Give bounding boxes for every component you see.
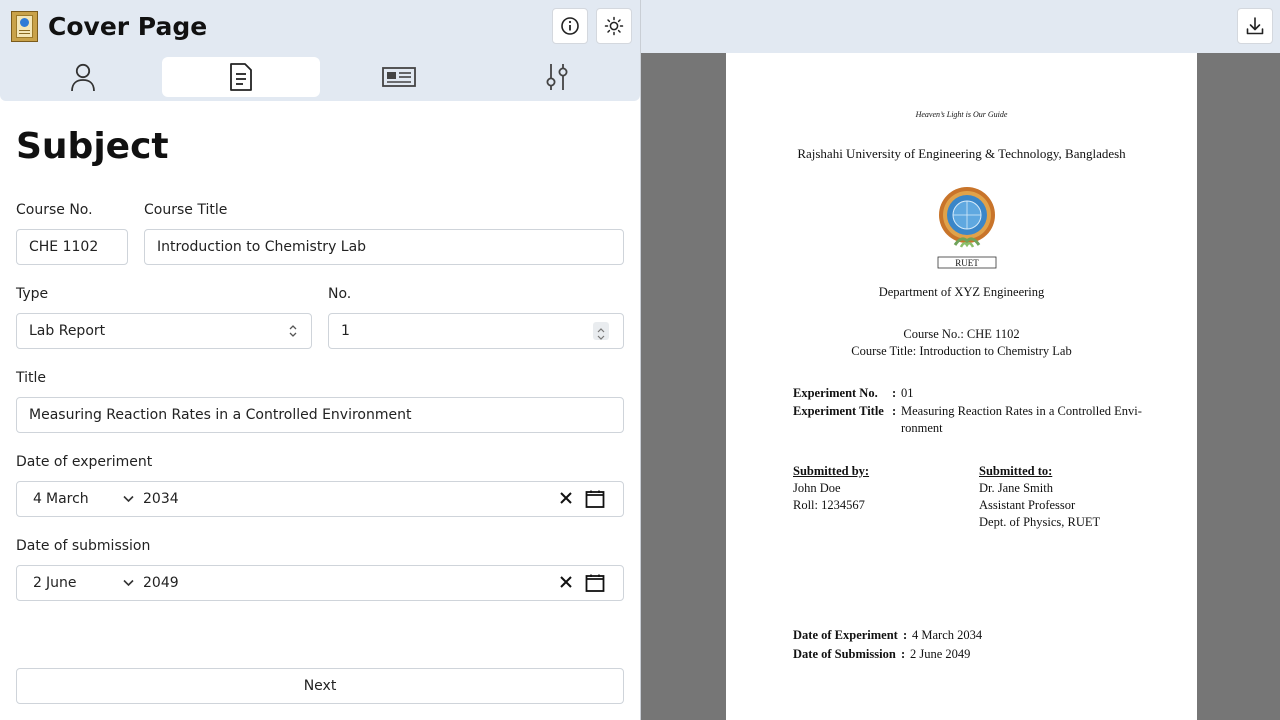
preview-experiment-title-line-2: ronment	[901, 421, 943, 435]
clear-date-icon[interactable]	[559, 575, 573, 589]
preview-submitted-to-dept: Dept. of Physics, RUET	[979, 515, 1101, 529]
course-title-label: Course Title	[144, 202, 228, 218]
course-no-label: Course No.	[16, 202, 93, 218]
type-select[interactable]: Lab Report	[16, 313, 312, 349]
type-label: Type	[16, 286, 49, 302]
title-input[interactable]	[16, 397, 624, 433]
calendar-icon[interactable]	[585, 490, 605, 508]
tab-person[interactable]	[4, 57, 162, 97]
preview-university: Rajshahi University of Engineering & Tec…	[797, 146, 1126, 161]
date-experiment-label: Date of experiment	[16, 454, 153, 470]
preview-colon: :	[901, 647, 906, 661]
date-submission-day[interactable]: 2	[33, 566, 42, 600]
card-icon	[382, 67, 416, 87]
download-icon	[1246, 17, 1264, 35]
download-button[interactable]	[1237, 8, 1273, 44]
info-icon	[561, 17, 579, 35]
cover-page-preview: Heaven’s Light is Our Guide Rajshahi Uni…	[726, 53, 1197, 720]
no-label: No.	[328, 286, 352, 302]
clear-date-icon[interactable]	[559, 491, 573, 505]
sun-icon	[604, 16, 624, 36]
date-submission-picker[interactable]: 2 June 2049	[16, 565, 624, 601]
preview-submitted-to-title: Assistant Professor	[979, 498, 1076, 512]
preview-motto: Heaven’s Light is Our Guide	[915, 110, 1008, 119]
preview-header	[641, 0, 1280, 53]
preview-colon: :	[903, 628, 908, 642]
no-number-value: 1	[341, 323, 350, 339]
course-no-input[interactable]	[16, 229, 128, 265]
tab-card[interactable]	[320, 57, 478, 97]
preview-course-no: Course No.: CHE 1102	[903, 327, 1020, 341]
preview-experiment-no-value: 01	[901, 386, 914, 400]
document-icon	[230, 63, 252, 91]
preview-experiment-title-label: Experiment Title	[793, 404, 884, 418]
title-label: Title	[16, 370, 47, 386]
preview-date-experiment-value: 4 March 2034	[912, 628, 983, 642]
university-seal-icon: RUET	[937, 187, 997, 269]
calendar-icon[interactable]	[585, 574, 605, 592]
date-experiment-year[interactable]: 2034	[143, 482, 179, 516]
number-spinner[interactable]	[593, 322, 609, 340]
app-title: Cover Page	[48, 12, 208, 41]
preview-date-submission-value: 2 June 2049	[910, 647, 971, 661]
preview-colon: :	[892, 386, 897, 400]
course-title-input[interactable]	[144, 229, 624, 265]
preview-submitted-to-label: Submitted to:	[979, 464, 1053, 478]
no-number-input[interactable]: 1	[328, 313, 624, 349]
preview-experiment-no-label: Experiment No.	[793, 386, 878, 400]
preview-submitted-by-label: Submitted by:	[793, 464, 870, 478]
date-experiment-day[interactable]: 4	[33, 482, 42, 516]
seal-text: RUET	[955, 258, 979, 268]
date-experiment-picker[interactable]: 4 March 2034	[16, 481, 624, 517]
app-header: Cover Page	[0, 0, 640, 53]
next-button[interactable]: Next	[16, 668, 624, 704]
date-experiment-month[interactable]: March	[46, 482, 89, 516]
date-submission-month[interactable]: June	[46, 566, 77, 600]
preview-date-submission-label: Date of Submission	[793, 647, 896, 661]
person-icon	[71, 63, 95, 92]
preview-course-title: Course Title: Introduction to Chemistry …	[851, 344, 1072, 358]
type-select-value: Lab Report	[29, 323, 106, 339]
tab-bar	[0, 53, 640, 101]
tab-subject[interactable]	[162, 57, 320, 97]
preview-colon: :	[892, 404, 897, 418]
app-logo-icon	[11, 11, 38, 42]
spinner-arrows-icon	[597, 328, 605, 340]
editor-pane: Cover Page Subject Course No. CHE 1102 C…	[0, 0, 640, 720]
theme-toggle-button[interactable]	[596, 8, 632, 44]
preview-date-experiment-label: Date of Experiment	[793, 628, 898, 642]
date-submission-label: Date of submission	[16, 538, 151, 554]
preview-submitted-by-roll: Roll: 1234567	[793, 498, 865, 512]
preview-pane[interactable]: Heaven’s Light is Our Guide Rajshahi Uni…	[640, 0, 1280, 720]
info-button[interactable]	[552, 8, 588, 44]
tab-settings[interactable]	[478, 57, 636, 97]
preview-submitted-to-name: Dr. Jane Smith	[979, 481, 1053, 495]
chevron-down-icon[interactable]	[123, 579, 134, 587]
section-title: Subject	[16, 126, 169, 167]
select-updown-icon	[289, 325, 297, 337]
sliders-icon	[546, 64, 568, 90]
date-submission-year[interactable]: 2049	[143, 566, 179, 600]
preview-submitted-by-name: John Doe	[793, 481, 841, 495]
preview-experiment-title-line-1: Measuring Reaction Rates in a Controlled…	[901, 404, 1142, 418]
chevron-down-icon[interactable]	[123, 495, 134, 503]
preview-department: Department of XYZ Engineering	[878, 285, 1045, 299]
